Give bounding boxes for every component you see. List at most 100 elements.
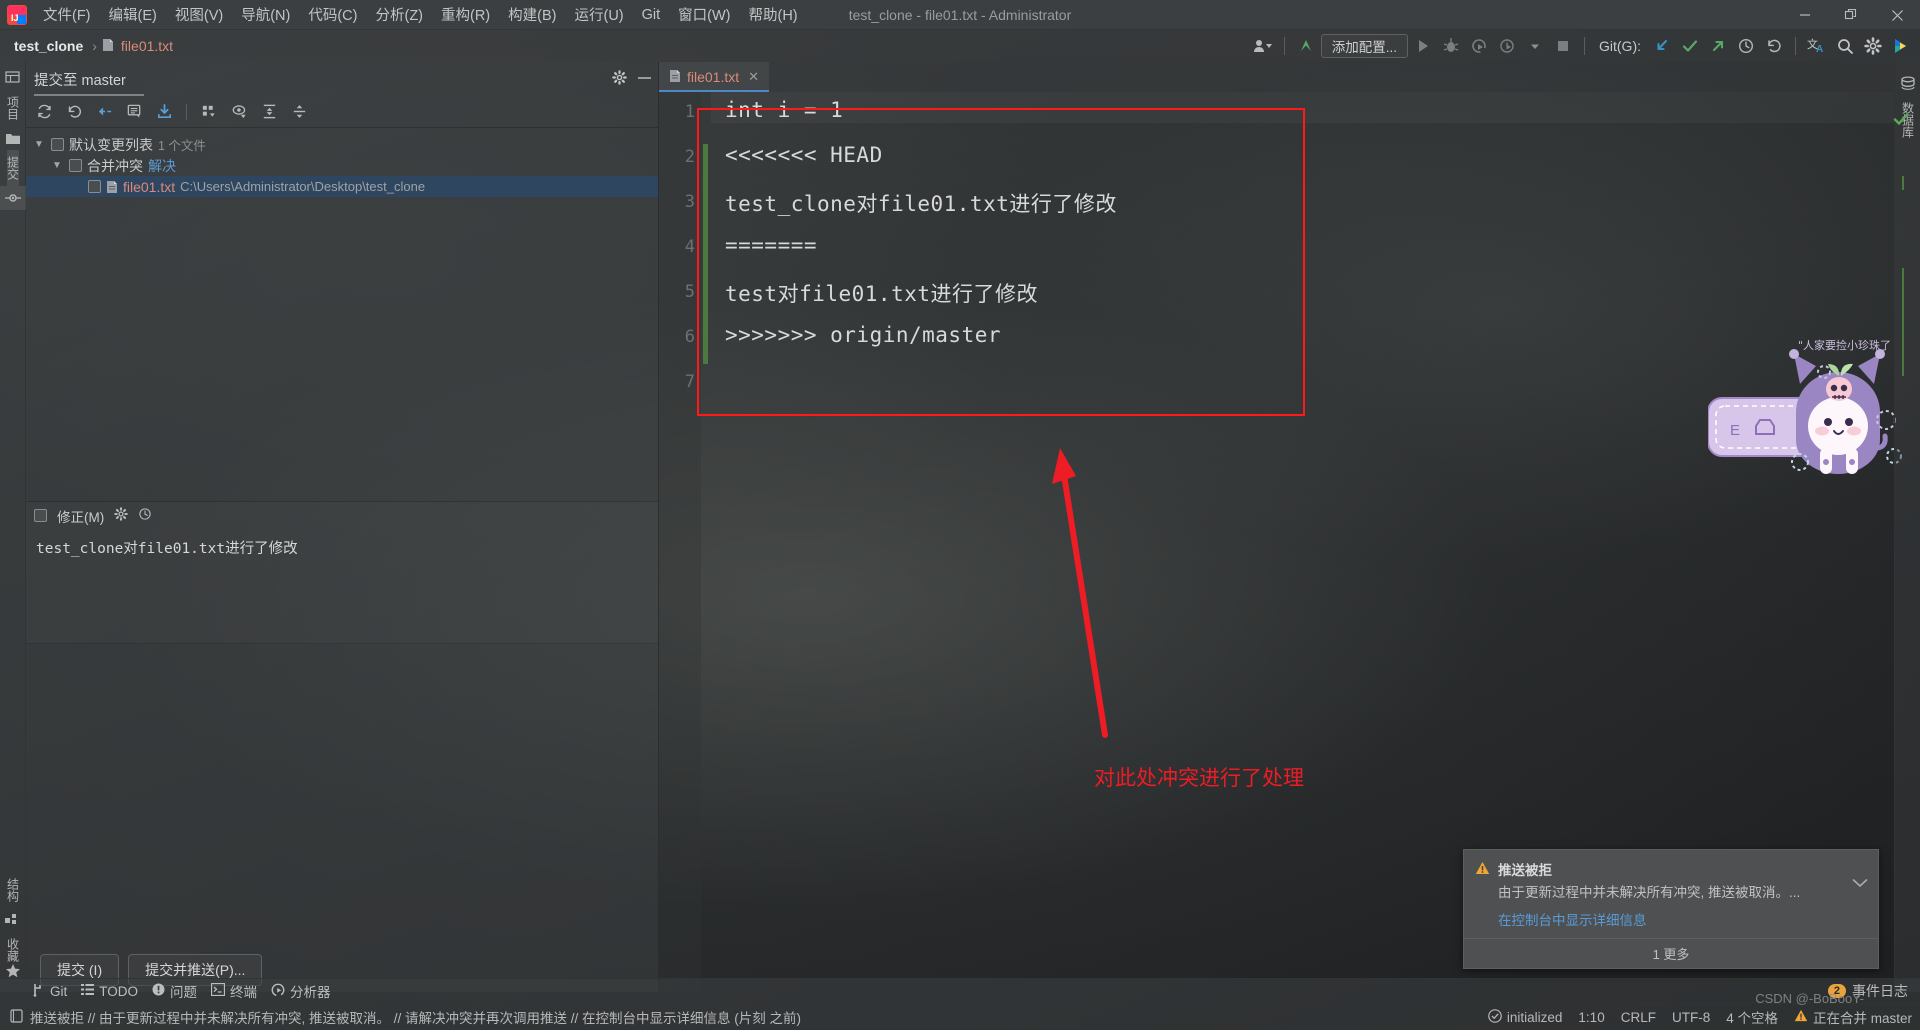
menu-item-refactor[interactable]: 重构(R) <box>432 1 499 28</box>
status-line-separator[interactable]: CRLF <box>1621 1010 1656 1025</box>
status-message[interactable]: 推送被拒 // 由于更新过程中并未解决所有冲突, 推送被取消。 // 请解决冲突… <box>30 1007 801 1027</box>
rollback-icon[interactable] <box>64 102 84 122</box>
run-icon[interactable] <box>1410 33 1436 59</box>
commit-node-icon[interactable] <box>0 186 26 210</box>
search-everywhere-icon[interactable] <box>1832 33 1858 59</box>
status-bar-right[interactable]: initialized 1:10 CRLF UTF-8 4 个空格 正在合并 m… <box>1488 1007 1912 1027</box>
bottom-tool-window-bar[interactable]: Git TODO 问题 终端 分析器 2 事件日志 <box>0 978 1920 1003</box>
window-controls[interactable] <box>1782 0 1920 30</box>
commit-message-history-icon[interactable] <box>138 507 152 524</box>
menu-item-navigate[interactable]: 导航(N) <box>232 1 299 28</box>
run-configuration-selector[interactable]: 添加配置... <box>1320 34 1408 58</box>
notification-balloon[interactable]: 推送被拒 由于更新过程中并未解决所有冲突, 推送被取消。... 在控制台中显示详… <box>1463 849 1879 969</box>
git-commit-icon[interactable] <box>1677 33 1703 59</box>
git-update-icon[interactable] <box>1649 33 1675 59</box>
code-line-3[interactable]: test_clone对file01.txt进行了修改 <box>725 188 1117 218</box>
menu-item-window[interactable]: 窗口(W) <box>669 1 739 28</box>
run-with-coverage-icon[interactable] <box>1466 33 1492 59</box>
main-menu[interactable]: 文件(F) 编辑(E) 视图(V) 导航(N) 代码(C) 分析(Z) 重构(R… <box>34 1 807 28</box>
commit-message-input[interactable]: test_clone对file01.txt进行了修改 <box>26 529 658 644</box>
update-project-icon[interactable] <box>1293 33 1319 59</box>
show-diff-icon[interactable] <box>124 102 144 122</box>
merge-conflict-checkbox[interactable] <box>69 159 82 172</box>
sidebar-item-commit[interactable]: 提交 <box>6 150 20 186</box>
get-from-vcs-icon[interactable] <box>154 102 174 122</box>
tool-window-profiler[interactable]: 分析器 <box>271 981 331 1001</box>
tool-window-terminal[interactable]: 终端 <box>210 981 257 1001</box>
menu-item-code[interactable]: 代码(C) <box>299 1 366 28</box>
status-message-area[interactable]: 推送被拒 // 由于更新过程中并未解决所有冲突, 推送被取消。 // 请解决冲突… <box>10 1007 801 1027</box>
menu-item-git[interactable]: Git <box>633 4 670 26</box>
right-tool-rail[interactable]: 数据库 <box>1894 62 1920 992</box>
commit-options-gear-icon[interactable] <box>114 507 129 524</box>
code-line-4[interactable]: ======= <box>725 233 817 257</box>
tool-window-problems[interactable]: 问题 <box>152 981 197 1001</box>
changelist-checkbox[interactable] <box>51 138 64 151</box>
git-push-icon[interactable] <box>1705 33 1731 59</box>
menu-item-analyze[interactable]: 分析(Z) <box>366 1 432 28</box>
commit-panel-toolbar[interactable] <box>26 96 658 128</box>
group-by-icon[interactable] <box>199 102 219 122</box>
minimize-icon[interactable] <box>637 71 652 87</box>
menu-item-run[interactable]: 运行(U) <box>565 1 632 28</box>
amend-checkbox[interactable] <box>34 509 47 522</box>
close-icon[interactable]: ✕ <box>745 69 759 85</box>
chevron-down-icon-2[interactable]: ▼ <box>50 160 64 171</box>
translate-icon[interactable]: 文 A <box>1804 33 1830 59</box>
memory-indicator-icon[interactable] <box>10 1008 23 1026</box>
editor-gutter[interactable]: 1 2 3 4 5 6 7 <box>659 92 701 992</box>
tool-window-git[interactable]: Git <box>32 983 67 1000</box>
code-line-6[interactable]: >>>>>>> origin/master <box>725 323 1001 347</box>
left-tool-rail[interactable]: 项目 提交 结构 收藏 <box>0 62 26 992</box>
folder-icon[interactable] <box>0 126 26 150</box>
collapse-all-icon[interactable] <box>289 102 309 122</box>
chevron-down-icon[interactable] <box>1522 33 1548 59</box>
settings-icon[interactable] <box>1860 33 1886 59</box>
structure-icon[interactable] <box>0 908 26 932</box>
notification-more-button[interactable]: 1 更多 <box>1464 938 1878 968</box>
sidebar-item-structure[interactable]: 结构 <box>6 872 20 908</box>
menu-item-view[interactable]: 视图(V) <box>166 1 232 28</box>
expand-all-icon[interactable] <box>259 102 279 122</box>
tree-row-file[interactable]: file01.txt C:\Users\Administrator\Deskto… <box>26 176 658 197</box>
plugin-icon[interactable] <box>1888 33 1914 59</box>
profile-icon[interactable] <box>1494 33 1520 59</box>
git-history-icon[interactable] <box>1733 33 1759 59</box>
gear-icon[interactable] <box>612 70 627 88</box>
menu-item-build[interactable]: 构建(B) <box>499 1 565 28</box>
sidebar-item-project[interactable]: 项目 <box>6 90 20 126</box>
status-indent[interactable]: 4 个空格 <box>1726 1007 1778 1027</box>
tree-row-changelist[interactable]: ▼ 默认变更列表 1 个文件 <box>26 134 658 155</box>
debug-icon[interactable] <box>1438 33 1464 59</box>
amend-row[interactable]: 修正(M) <box>26 501 658 529</box>
status-caret-position[interactable]: 1:10 <box>1578 1010 1604 1025</box>
preview-icon[interactable] <box>229 102 249 122</box>
menu-item-edit[interactable]: 编辑(E) <box>100 1 166 28</box>
status-git-branch[interactable]: 正在合并 master <box>1794 1007 1912 1027</box>
editor-tab-strip[interactable]: file01.txt ✕ <box>659 62 1894 92</box>
refresh-changes-icon[interactable] <box>34 102 54 122</box>
changes-tree[interactable]: ▼ 默认变更列表 1 个文件 ▼ 合并冲突 解决 file01.txt C:\U… <box>26 128 658 197</box>
stop-icon[interactable] <box>1550 33 1576 59</box>
close-button[interactable] <box>1874 0 1920 30</box>
status-encoding[interactable]: UTF-8 <box>1672 1010 1710 1025</box>
menu-item-help[interactable]: 帮助(H) <box>740 1 807 28</box>
change-marker-modified[interactable] <box>703 144 708 364</box>
file-checkbox[interactable] <box>88 180 101 193</box>
code-line-5[interactable]: test对file01.txt进行了修改 <box>725 278 1038 308</box>
status-initialized[interactable]: initialized <box>1488 1008 1562 1026</box>
breadcrumb[interactable]: test_clone › file01.txt <box>0 36 177 56</box>
chevron-down-icon[interactable] <box>1852 876 1868 891</box>
tool-window-todo[interactable]: TODO <box>81 983 138 999</box>
shelve-icon[interactable] <box>94 102 114 122</box>
inspection-status-icon[interactable] <box>1888 106 1914 132</box>
code-line-2[interactable]: <<<<<<< HEAD <box>725 143 883 167</box>
user-dropdown-icon[interactable] <box>1250 33 1276 59</box>
breadcrumb-file[interactable]: file01.txt <box>117 36 177 56</box>
menu-item-file[interactable]: 文件(F) <box>34 1 100 28</box>
chevron-down-icon[interactable]: ▼ <box>32 139 46 150</box>
resolve-conflicts-link[interactable]: 解决 <box>148 156 176 176</box>
tree-row-merge-conflicts[interactable]: ▼ 合并冲突 解决 <box>26 155 658 176</box>
minimize-button[interactable] <box>1782 0 1828 30</box>
editor-change-markers[interactable] <box>701 92 711 992</box>
